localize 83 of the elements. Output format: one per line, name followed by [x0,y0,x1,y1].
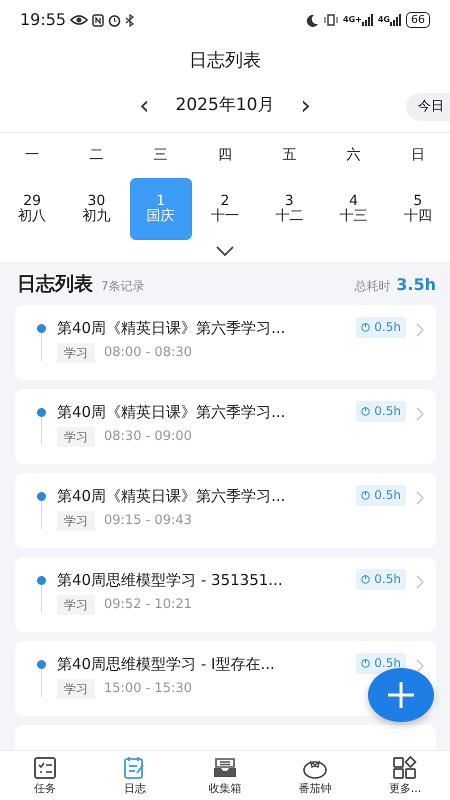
category-tag: 学习 [57,427,95,447]
time-range: 08:30 - 09:00 [104,428,192,446]
page-title: 日志列表 [189,48,261,72]
log-entry-card[interactable]: 第40周《精英日课》第六季学习... 学习 09:15 - 09:43 0.5h [15,472,436,548]
total-time-value: 3.5h [396,274,436,296]
chevron-right-icon [416,658,424,672]
weekday-label: 二 [88,146,104,165]
category-tag: 学习 [57,511,95,531]
tab-item[interactable]: 番茄钟 [270,751,360,800]
previous-month-button[interactable]: ‹ [127,93,162,119]
category-tag: 学习 [57,343,95,363]
bluetooth-icon [125,14,134,26]
log-entry-card[interactable]: 第40周思维模型学习 - 351351... 学习 09:52 - 10:21 0.5h [15,556,436,632]
date-cell[interactable]: 3 十二 [258,178,320,240]
category-tag: 学习 [57,679,95,699]
date-cell[interactable]: 4 十三 [322,178,385,240]
date-cell[interactable]: 5 十四 [386,178,449,240]
timer-icon [361,574,370,584]
list-title: 日志列表 [17,272,93,297]
duration-badge: 0.5h [356,568,406,590]
timeline-dot [36,324,46,332]
date-cell[interactable]: 2 十一 [194,178,256,240]
timer-icon [361,322,370,332]
tab-item[interactable]: 任务 [0,751,90,800]
status-time: 19:55 [20,9,66,31]
next-month-button[interactable]: › [288,93,323,119]
today-button[interactable]: 今日 [406,93,450,120]
date-cell[interactable]: 30 初九 [65,178,128,240]
log-entry-card[interactable]: 第40周思维模型学习 - I型存在... 学习 15:00 - 15:30 0.5h [15,640,436,716]
chevron-right-icon [416,574,424,588]
tab-item[interactable]: 更多... [360,751,450,800]
timeline-dot [36,492,46,500]
month-label: 2025年10月 [176,94,274,118]
log-entry-card[interactable]: 第40周《精英日课》第六季学习... 学习 08:00 - 08:30 0.5h [15,304,436,380]
time-range: 09:52 - 10:21 [104,596,192,614]
entry-title: 第40周思维模型学习 - I型存在... [57,654,276,674]
checklist-icon [32,755,58,781]
expand-chevron-icon [216,246,234,256]
duration-badge: 0.5h [356,316,406,338]
vibrate-icon [323,14,340,26]
moon-icon [306,14,320,26]
battery-level: 66 [406,12,430,28]
timer-icon [361,490,370,500]
signal-icon [390,14,402,26]
time-range: 15:00 - 15:30 [104,680,192,698]
network-label: 4G+ [343,14,362,26]
date-cell[interactable]: 29 初八 [1,178,64,240]
weekday-label: 五 [281,146,298,165]
tab-item[interactable]: 收集箱 [180,751,270,800]
entry-title: 第40周《精英日课》第六季学习... [57,318,286,338]
record-count: 7条记录 [101,278,145,295]
time-range: 08:00 - 08:30 [104,344,192,362]
weekday-label: 四 [216,146,233,165]
duration-badge: 0.5h [356,652,406,674]
timer-icon [361,658,370,668]
chevron-right-icon [416,322,424,336]
weekday-label: 一 [24,146,40,165]
time-range: 09:15 - 09:43 [104,512,192,530]
entry-title: 第40周《精英日课》第六季学习... [57,486,286,506]
category-tag: 学习 [57,595,95,615]
timer-icon [361,406,370,416]
chevron-right-icon [416,490,424,504]
weekday-label: 六 [346,146,362,165]
plus-icon [387,681,415,709]
entry-title: 第40周《精英日课》第六季学习... [57,402,286,422]
timeline-dot [36,576,46,584]
signal-icon [362,14,374,26]
duration-badge: 0.5h [356,484,406,506]
weekday-label: 日 [410,146,426,165]
timeline-dot [36,408,46,416]
log-entry-card[interactable]: 第40周《精英日课》第六季学习... 学习 08:30 - 09:00 0.5h [15,388,436,464]
grid-icon [392,755,418,781]
tab-item[interactable]: 日志 [90,751,180,800]
eye-icon [70,14,88,26]
timeline-dot [36,660,46,668]
network-label: 4G [378,14,390,26]
chevron-right-icon [416,406,424,420]
total-time-label: 总耗时 [354,278,390,295]
entry-title: 第40周思维模型学习 - 351351... [57,570,284,590]
duration-badge: 0.5h [356,400,406,422]
alarm-icon [108,14,122,26]
weekday-label: 三 [152,146,169,165]
nfc-icon [92,14,104,26]
